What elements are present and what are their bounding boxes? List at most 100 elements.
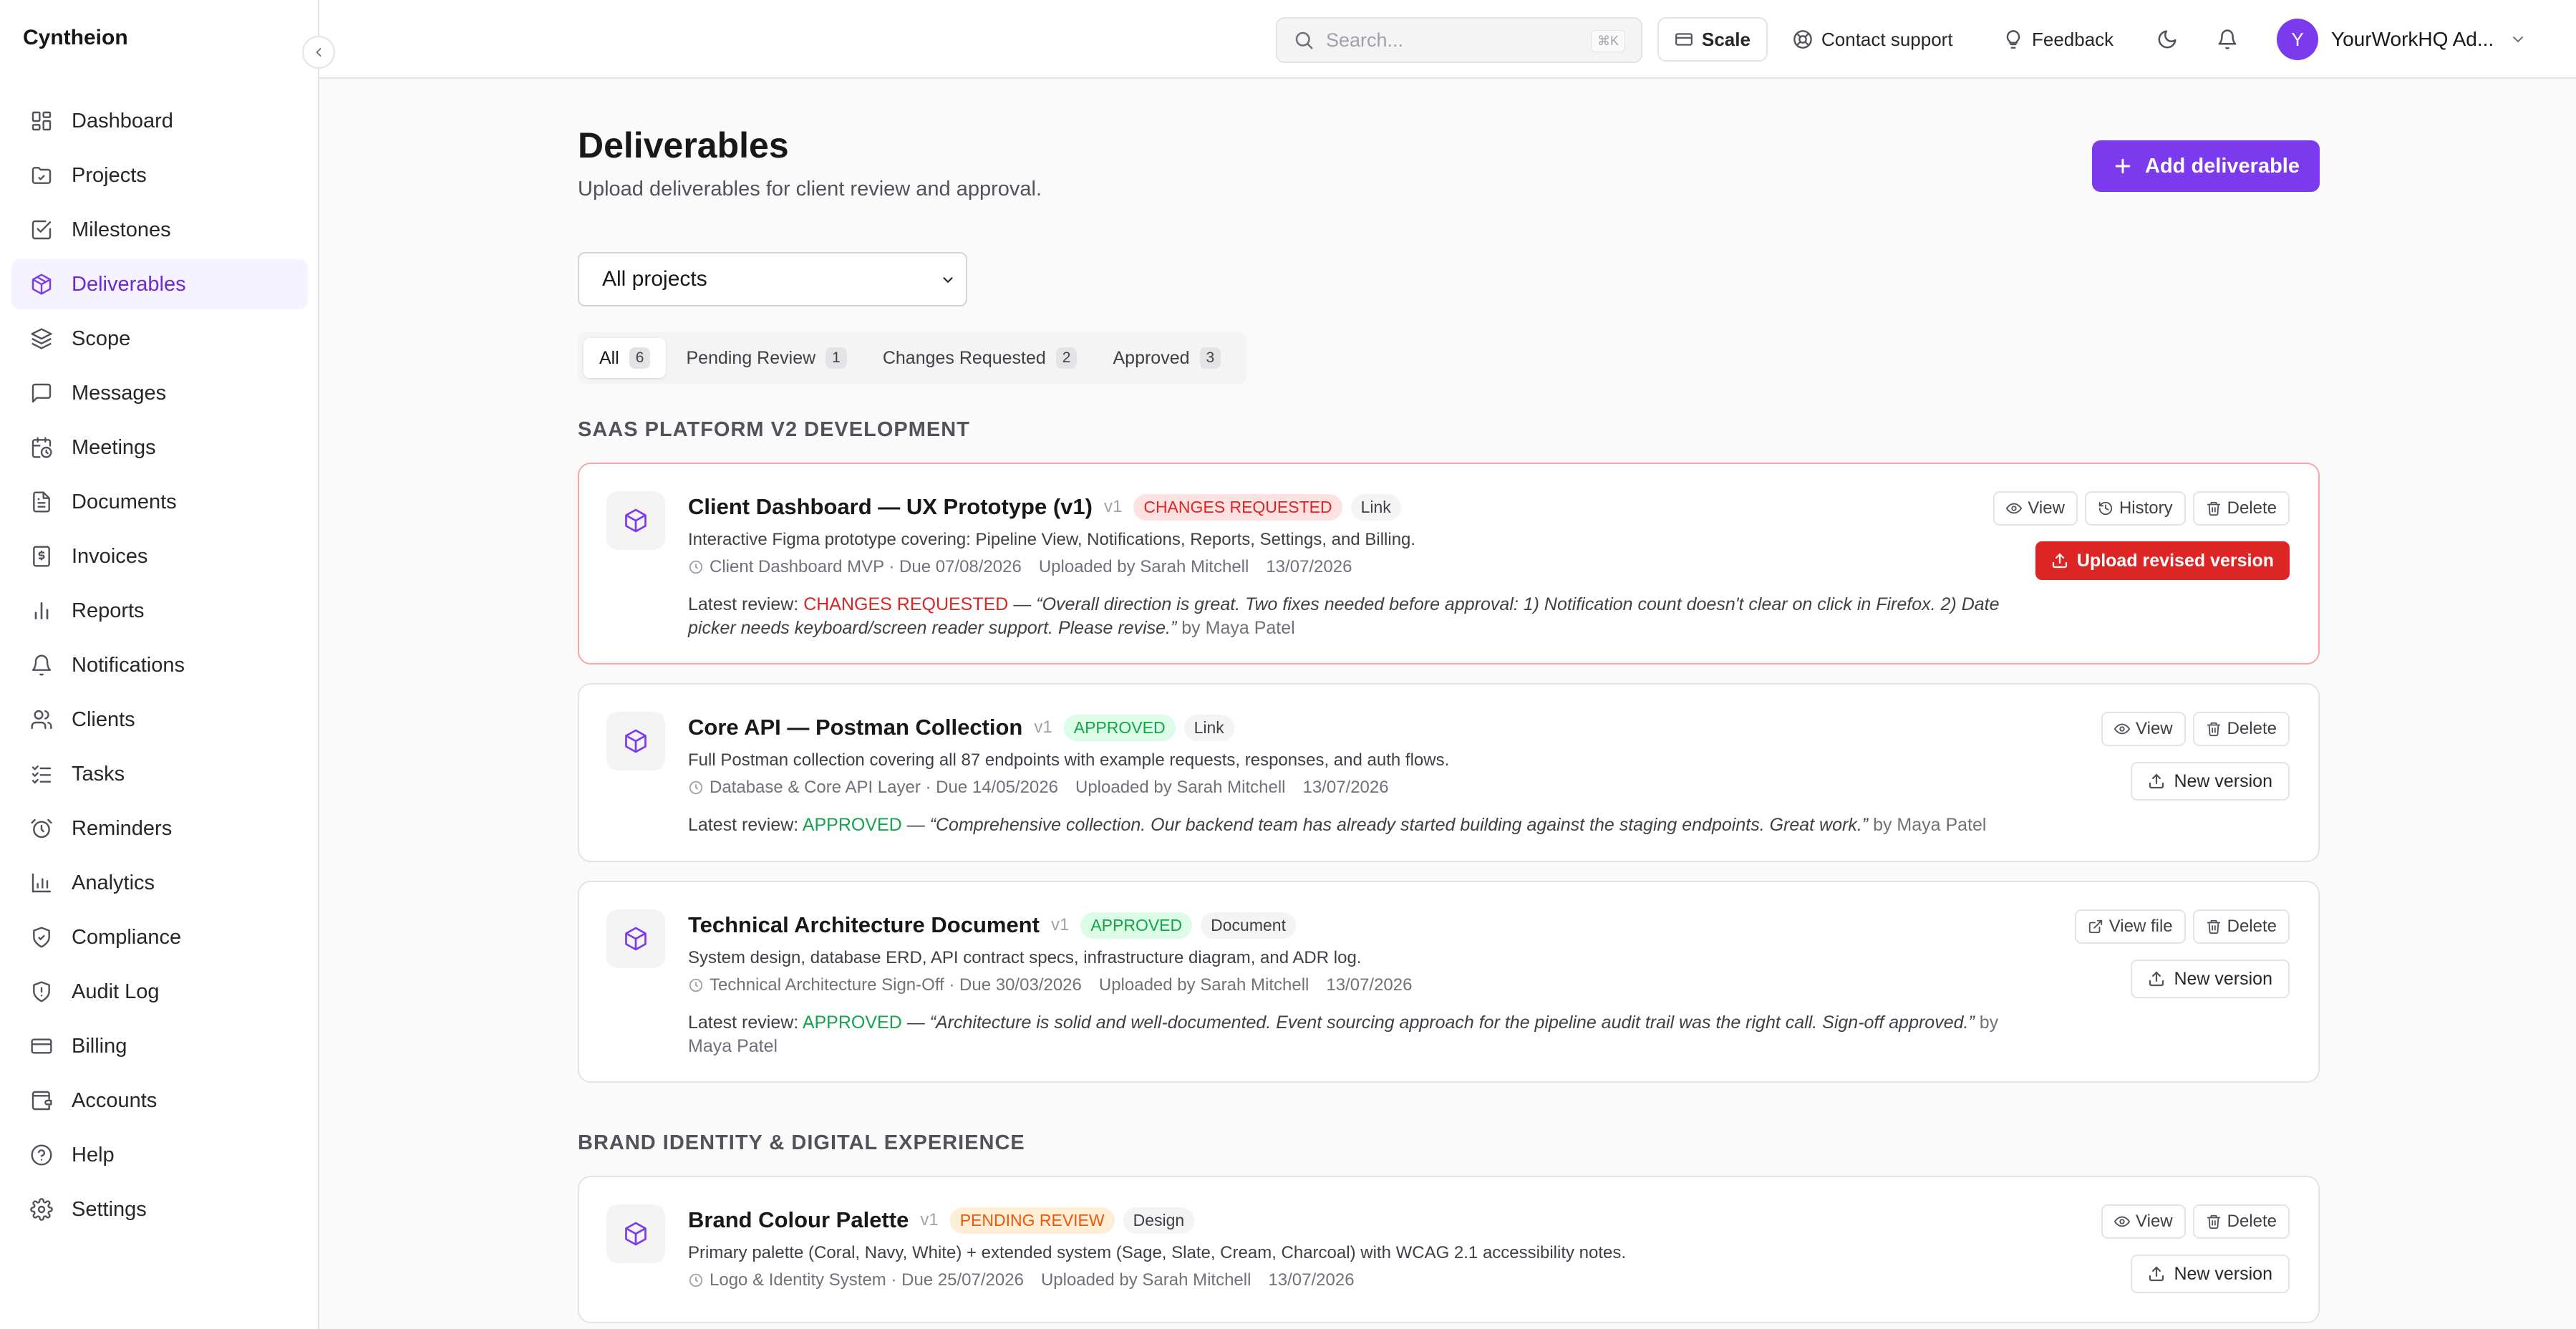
card-actions: View file Delete New version <box>2068 909 2290 998</box>
new-version-button[interactable]: New version <box>2131 960 2290 998</box>
project-filter-select[interactable]: All projects <box>578 252 967 306</box>
card-body: Client Dashboard — UX Prototype (v1) v1 … <box>688 491 2020 640</box>
card-actions: View Delete New version <box>2094 712 2290 801</box>
deliverable-title[interactable]: Technical Architecture Document <box>688 912 1040 938</box>
review-prefix: Latest review: <box>688 1013 799 1033</box>
sidebar-item-label: Compliance <box>72 925 182 949</box>
upload-icon <box>2051 552 2068 569</box>
external-link-icon <box>2088 919 2103 934</box>
sidebar-item-milestones[interactable]: Milestones <box>11 205 308 255</box>
sidebar-item-label: Dashboard <box>72 109 173 132</box>
sidebar-item-clients[interactable]: Clients <box>11 695 308 745</box>
brand-logo[interactable]: Cyntheion <box>23 26 128 50</box>
list-checks-icon <box>29 761 54 787</box>
clock-icon <box>688 1272 704 1288</box>
tab-approved[interactable]: Approved 3 <box>1097 338 1236 378</box>
deliverable-title[interactable]: Client Dashboard — UX Prototype (v1) <box>688 494 1093 520</box>
delete-label: Delete <box>2227 498 2277 518</box>
user-menu[interactable]: Y YourWorkHQ Ad... <box>2277 17 2527 62</box>
upload-icon <box>2148 773 2165 790</box>
sidebar-item-invoices[interactable]: Invoices <box>11 531 308 581</box>
chevron-down-icon <box>2509 31 2527 48</box>
delete-button[interactable]: Delete <box>2192 1204 2290 1239</box>
sidebar-item-billing[interactable]: Billing <box>11 1021 308 1071</box>
sidebar-item-analytics[interactable]: Analytics <box>11 858 308 908</box>
delete-button[interactable]: Delete <box>2192 909 2290 944</box>
theme-toggle-button[interactable] <box>2152 24 2182 54</box>
upload-date: 13/07/2026 <box>1268 1270 1355 1290</box>
history-label: History <box>2119 498 2173 518</box>
status-badge: PENDING REVIEW <box>949 1207 1115 1234</box>
view-button[interactable]: View <box>2101 712 2186 746</box>
uploaded-by: Uploaded by Sarah Mitchell <box>1075 778 1286 797</box>
view-label: View <box>2136 1212 2173 1231</box>
view-button[interactable]: View <box>1993 491 2078 526</box>
delete-button[interactable]: Delete <box>2192 491 2290 526</box>
trash-icon <box>2206 721 2222 737</box>
review-dash: — <box>1013 594 1032 614</box>
sidebar-item-reports[interactable]: Reports <box>11 586 308 636</box>
new-version-button[interactable]: New version <box>2131 1255 2290 1293</box>
collapse-sidebar-button[interactable] <box>302 36 335 69</box>
scale-button[interactable]: Scale <box>1657 17 1768 62</box>
tab-changes-requested[interactable]: Changes Requested 2 <box>867 338 1093 378</box>
uploaded-by: Uploaded by Sarah Mitchell <box>1040 1270 1251 1290</box>
tab-pending-review[interactable]: Pending Review 1 <box>670 338 862 378</box>
deliverable-title[interactable]: Brand Colour Palette <box>688 1207 909 1233</box>
sidebar-item-documents[interactable]: Documents <box>11 477 308 527</box>
sidebar-item-dashboard[interactable]: Dashboard <box>11 96 308 146</box>
plus-icon <box>2112 155 2134 177</box>
feedback-button[interactable]: Feedback <box>2003 17 2113 62</box>
page-title: Deliverables <box>578 125 789 165</box>
new-version-button[interactable]: New version <box>2131 762 2290 801</box>
type-tag: Link <box>1183 714 1234 741</box>
latest-review: Latest review: CHANGES REQUESTED — “Over… <box>688 593 2020 640</box>
sidebar-item-meetings[interactable]: Meetings <box>11 422 308 473</box>
deliverable-card: Technical Architecture Document v1 APPRO… <box>578 881 2320 1083</box>
add-deliverable-button[interactable]: Add deliverable <box>2092 140 2320 192</box>
view-button[interactable]: View <box>2101 1204 2186 1239</box>
contact-support-label: Contact support <box>1821 28 1953 50</box>
chevron-left-icon <box>316 48 321 57</box>
delete-label: Delete <box>2227 917 2277 936</box>
main-content: Deliverables Upload deliverables for cli… <box>319 79 2576 1329</box>
status-tabs: All 6 Pending Review 1 Changes Requested 2 … <box>578 332 1247 384</box>
sidebar-item-tasks[interactable]: Tasks <box>11 749 308 799</box>
deliverable-description: Interactive Figma prototype covering: Pi… <box>688 530 1416 549</box>
new-version-label: New version <box>2174 770 2272 791</box>
deliverable-title[interactable]: Core API — Postman Collection <box>688 715 1022 740</box>
upload-revised-version-button[interactable]: Upload revised version <box>2035 541 2290 580</box>
sidebar-item-compliance[interactable]: Compliance <box>11 912 308 962</box>
credit-card-icon <box>29 1033 54 1059</box>
sidebar-item-notifications[interactable]: Notifications <box>11 640 308 690</box>
sidebar-item-audit-log[interactable]: Audit Log <box>11 967 308 1017</box>
eye-icon <box>2114 1214 2131 1229</box>
tab-all[interactable]: All 6 <box>584 338 667 378</box>
sidebar-item-accounts[interactable]: Accounts <box>11 1076 308 1126</box>
card-actions: View Delete New version <box>2094 1204 2290 1293</box>
history-button[interactable]: History <box>2084 491 2186 526</box>
deliverable-description: Primary palette (Coral, Navy, White) + e… <box>688 1243 1627 1262</box>
package-icon <box>606 491 665 550</box>
sidebar-item-scope[interactable]: Scope <box>11 314 308 364</box>
action-row: View Delete <box>2094 1204 2290 1239</box>
contact-support-button[interactable]: Contact support <box>1793 17 1953 62</box>
sidebar-item-help[interactable]: Help <box>11 1130 308 1180</box>
eye-icon <box>2114 721 2131 737</box>
calendar-clock-icon <box>29 435 54 460</box>
search-shortcut: ⌘K <box>1590 30 1625 52</box>
package-icon <box>29 271 54 297</box>
sidebar-item-deliverables[interactable]: Deliverables <box>11 259 308 309</box>
sidebar-item-label: Messages <box>72 381 167 405</box>
new-version-label: New version <box>2174 968 2272 989</box>
view-file-button[interactable]: View file <box>2074 909 2186 944</box>
shield-alert-icon <box>29 979 54 1005</box>
search-input[interactable]: Search... ⌘K <box>1276 17 1642 63</box>
wallet-icon <box>29 1088 54 1113</box>
notifications-button[interactable] <box>2212 24 2242 54</box>
sidebar-item-reminders[interactable]: Reminders <box>11 803 308 854</box>
sidebar-item-projects[interactable]: Projects <box>11 150 308 200</box>
sidebar-item-settings[interactable]: Settings <box>11 1184 308 1234</box>
delete-button[interactable]: Delete <box>2192 712 2290 746</box>
sidebar-item-messages[interactable]: Messages <box>11 368 308 418</box>
